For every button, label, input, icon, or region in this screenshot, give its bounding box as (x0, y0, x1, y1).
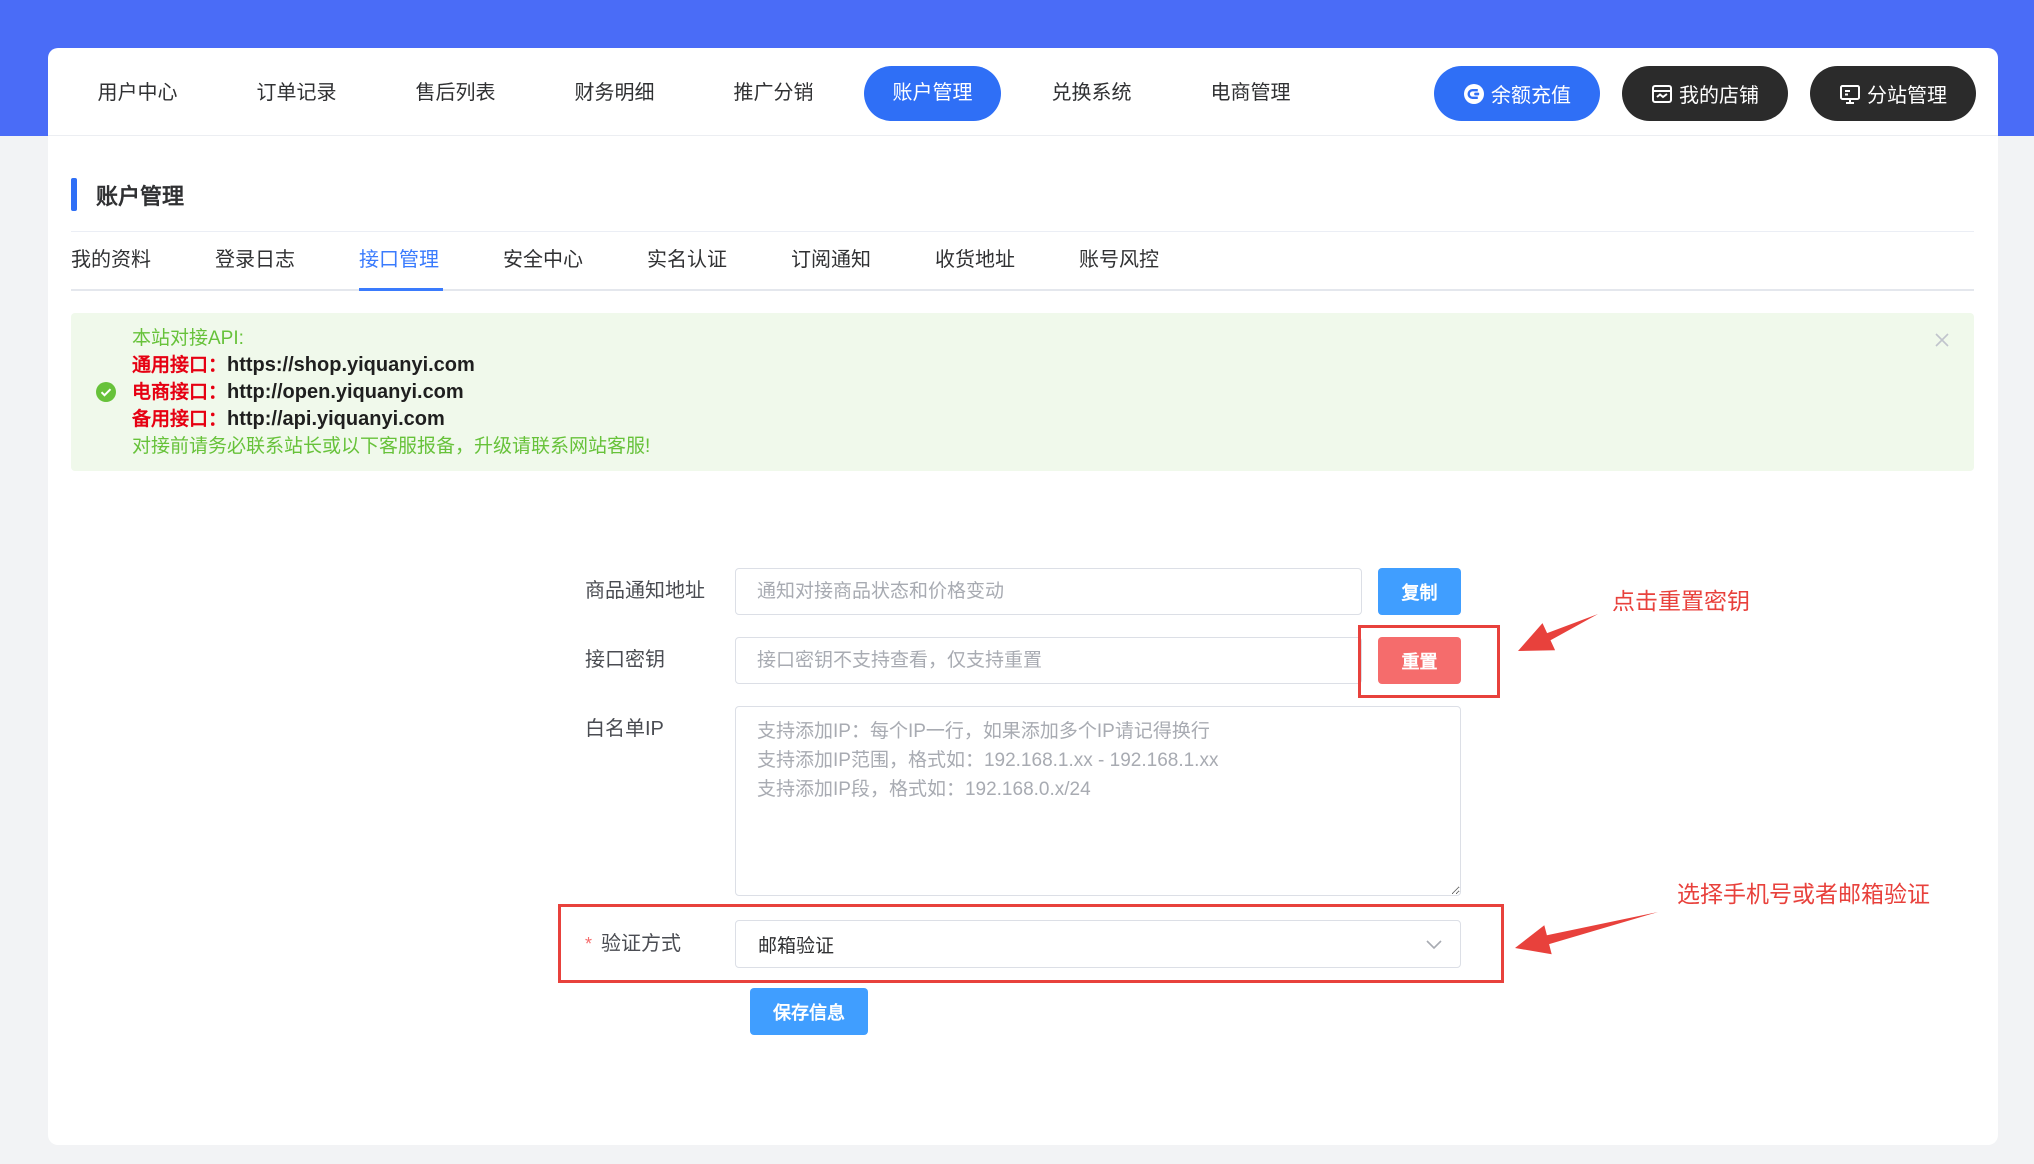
nav-item-after-sales[interactable]: 售后列表 (387, 66, 524, 121)
tab-api[interactable]: 接口管理 (359, 232, 443, 291)
api-key-label: 接口密钥 (585, 649, 665, 671)
title-accent-bar (71, 178, 77, 211)
tab-real-name[interactable]: 实名认证 (647, 232, 731, 289)
save-button[interactable]: 保存信息 (750, 988, 868, 1035)
copy-button[interactable]: 复制 (1378, 568, 1461, 615)
api-key-input[interactable] (735, 637, 1362, 684)
alert-heading: 本站对接API: (132, 328, 244, 349)
ip-whitelist-textarea[interactable] (735, 706, 1461, 896)
tab-profile[interactable]: 我的资料 (71, 232, 155, 289)
tab-subscription[interactable]: 订阅通知 (791, 232, 875, 289)
nav-item-user-center[interactable]: 用户中心 (69, 66, 206, 121)
my-store-label: 我的店铺 (1679, 85, 1759, 107)
store-icon (1651, 83, 1673, 105)
api-line-backup: 备用接口：http://api.yiquanyi.com (132, 406, 650, 433)
substation-label: 分站管理 (1867, 85, 1947, 107)
check-circle-icon (96, 382, 116, 402)
notify-url-input[interactable] (735, 568, 1362, 615)
nav-item-finance[interactable]: 财务明细 (546, 66, 683, 121)
annotation-box-reset (1358, 625, 1500, 698)
annotation-arrow-verify (1515, 912, 1658, 955)
api-info-alert: 本站对接API: 通用接口：https://shop.yiquanyi.com … (71, 313, 1974, 471)
tab-security[interactable]: 安全中心 (503, 232, 587, 289)
ip-whitelist-label: 白名单IP (585, 718, 664, 740)
api-line-ecommerce: 电商接口：http://open.yiquanyi.com (132, 379, 650, 406)
substation-button[interactable]: 分站管理 (1810, 66, 1976, 121)
api-label: 电商接口： (132, 382, 228, 403)
recharge-icon (1463, 83, 1485, 105)
nav-item-orders[interactable]: 订单记录 (228, 66, 365, 121)
nav-item-account[interactable]: 账户管理 (864, 66, 1001, 121)
nav-actions: 余额充值 我的店铺 分站管理 (1434, 66, 1976, 121)
close-icon[interactable] (1935, 333, 1949, 347)
tab-login-log[interactable]: 登录日志 (215, 232, 299, 289)
annotation-text-verify: 选择手机号或者邮箱验证 (1677, 881, 1930, 907)
nav-item-ecommerce[interactable]: 电商管理 (1182, 66, 1319, 121)
recharge-label: 余额充值 (1491, 85, 1571, 107)
my-store-button[interactable]: 我的店铺 (1622, 66, 1788, 121)
annotation-text-reset: 点击重置密钥 (1612, 588, 1750, 614)
api-line-general: 通用接口：https://shop.yiquanyi.com (132, 352, 650, 379)
recharge-button[interactable]: 余额充值 (1434, 66, 1600, 121)
main-card: 用户中心 订单记录 售后列表 财务明细 推广分销 账户管理 兑换系统 电商管理 … (48, 48, 1998, 1145)
annotation-box-verify (558, 904, 1504, 983)
nav-item-exchange[interactable]: 兑换系统 (1023, 66, 1160, 121)
api-url: http://open.yiquanyi.com (227, 381, 464, 403)
page-title: 账户管理 (96, 184, 185, 209)
annotation-arrow-reset (1518, 614, 1598, 651)
alert-note: 对接前请务必联系站长或以下客服报备，升级请联系网站客服! (132, 436, 651, 457)
substation-icon (1839, 83, 1861, 105)
api-url: http://api.yiquanyi.com (227, 408, 445, 430)
account-tabs: 我的资料 登录日志 接口管理 安全中心 实名认证 订阅通知 收货地址 账号风控 (71, 232, 1974, 291)
api-label: 备用接口： (132, 409, 228, 430)
api-label: 通用接口： (132, 355, 228, 376)
notify-url-label: 商品通知地址 (585, 580, 705, 602)
tab-risk-control[interactable]: 账号风控 (1079, 232, 1163, 289)
api-url: https://shop.yiquanyi.com (227, 354, 475, 376)
top-nav: 用户中心 订单记录 售后列表 财务明细 推广分销 账户管理 兑换系统 电商管理 … (48, 48, 1998, 136)
nav-item-promotion[interactable]: 推广分销 (705, 66, 842, 121)
nav-items: 用户中心 订单记录 售后列表 财务明细 推广分销 账户管理 兑换系统 电商管理 (69, 66, 1319, 121)
alert-text: 本站对接API: 通用接口：https://shop.yiquanyi.com … (132, 325, 650, 460)
tab-address[interactable]: 收货地址 (935, 232, 1019, 289)
